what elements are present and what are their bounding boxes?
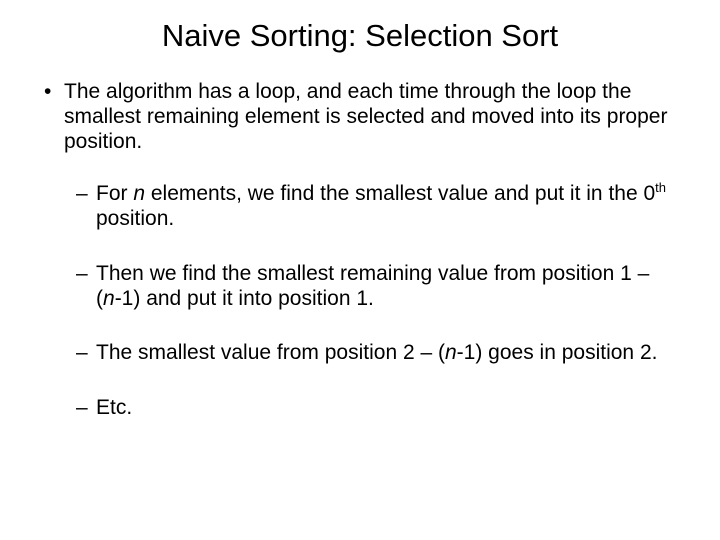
bullet-sub-1: Then we find the smallest remaining valu… xyxy=(40,262,680,312)
var-n: n xyxy=(133,182,145,205)
bullet-sub-3: Etc. xyxy=(40,396,680,421)
bullet-main: The algorithm has a loop, and each time … xyxy=(40,80,680,154)
text: For xyxy=(96,182,133,205)
var-n: n xyxy=(445,341,457,364)
ordinal-sup: th xyxy=(655,180,666,195)
text: -1) and put it into position 1. xyxy=(115,287,374,310)
text: -1) goes in position 2. xyxy=(457,341,658,364)
bullet-sub-0: For n elements, we find the smallest val… xyxy=(40,182,680,232)
slide-body: The algorithm has a loop, and each time … xyxy=(40,80,680,421)
slide-title: Naive Sorting: Selection Sort xyxy=(40,18,680,54)
var-n: n xyxy=(103,287,115,310)
text: The smallest value from position 2 – ( xyxy=(96,341,445,364)
slide: Naive Sorting: Selection Sort The algori… xyxy=(0,0,720,540)
text: elements, we find the smallest value and… xyxy=(145,182,655,205)
text: position. xyxy=(96,207,174,230)
bullet-sub-2: The smallest value from position 2 – (n-… xyxy=(40,341,680,366)
text: Etc. xyxy=(96,396,132,419)
